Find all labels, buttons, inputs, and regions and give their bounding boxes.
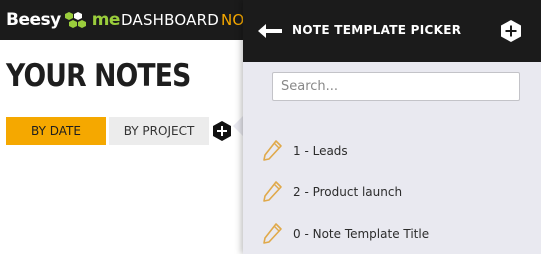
pencil-icon — [263, 181, 282, 202]
template-item[interactable]: 1 - Leads — [261, 137, 531, 165]
brand-name: Beesy — [6, 10, 61, 30]
hexagon-cluster-icon — [64, 12, 86, 28]
template-item-label: 0 - Note Template Title — [293, 227, 430, 241]
page-title: YOUR NOTES — [6, 58, 191, 94]
template-item[interactable]: 0 - Note Template Title — [261, 220, 531, 248]
plus-hexagon-icon[interactable] — [212, 120, 232, 142]
panel-pointer — [233, 116, 243, 136]
note-template-picker-panel: NOTE TEMPLATE PICKER 1 - Leads 2 - Produ… — [243, 0, 541, 254]
nav-dashboard[interactable]: DASHBOARD — [121, 11, 219, 29]
tab-by-project[interactable]: BY PROJECT — [109, 117, 209, 145]
tab-by-date[interactable]: BY DATE — [6, 117, 106, 145]
brand-suffix: me — [91, 10, 121, 30]
brand-logo[interactable]: Beesy me — [6, 8, 120, 32]
plus-hexagon-icon[interactable] — [500, 19, 522, 43]
template-item[interactable]: 2 - Product launch — [261, 178, 531, 206]
template-item-label: 1 - Leads — [293, 144, 348, 158]
pencil-icon — [263, 140, 282, 161]
panel-header: NOTE TEMPLATE PICKER — [243, 0, 541, 62]
template-item-label: 2 - Product launch — [293, 185, 403, 199]
arrow-left-icon[interactable] — [257, 21, 283, 41]
search-input[interactable] — [272, 72, 520, 101]
panel-title: NOTE TEMPLATE PICKER — [292, 23, 462, 37]
pencil-icon — [263, 223, 282, 244]
